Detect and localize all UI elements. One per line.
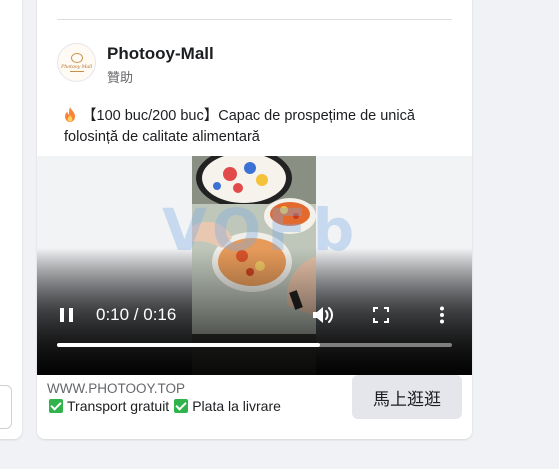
- avatar[interactable]: Photooy Mall: [57, 43, 96, 82]
- post-text: 【100 buc/200 buc】Capac de prospețime de …: [64, 106, 464, 148]
- pause-icon[interactable]: [59, 307, 75, 323]
- previous-ad-card: [0, 0, 22, 439]
- check-icon: [174, 399, 189, 413]
- fire-icon: [65, 107, 75, 122]
- fullscreen-icon[interactable]: [373, 307, 389, 323]
- link-domain: WWW.PHOTOOY.TOP: [47, 381, 186, 396]
- logo-underline: [69, 71, 84, 72]
- more-icon[interactable]: [439, 306, 445, 324]
- time-display: 0:10 / 0:16: [96, 305, 177, 324]
- video-player[interactable]: VOFb 0:10 / 0:16: [37, 156, 472, 375]
- ad-footer[interactable]: WWW.PHOTOOY.TOP Transport gratuit Plata …: [37, 375, 472, 439]
- page-name[interactable]: Photooy-Mall: [107, 44, 214, 64]
- feature-cash-on-delivery: Plata la livrare: [192, 398, 281, 414]
- feature-item: Plata la livrare: [174, 398, 281, 414]
- avatar-logo-text: Photooy Mall: [61, 64, 92, 70]
- sponsored-label: 贊助: [107, 70, 134, 85]
- shop-now-button[interactable]: 馬上逛逛: [352, 375, 462, 419]
- volume-icon[interactable]: [312, 305, 334, 325]
- video-watermark: VOFb: [162, 196, 361, 264]
- ad-card: Photooy Mall Photooy-Mall 贊助 【100 buc/20…: [37, 0, 472, 439]
- check-icon: [49, 399, 63, 413]
- previous-card-button[interactable]: [0, 385, 12, 429]
- progress-fill: [57, 343, 321, 347]
- logo-ring-icon: [70, 53, 83, 63]
- feature-list: Transport gratuit Plata la livrare: [49, 398, 286, 414]
- progress-bar[interactable]: [57, 343, 452, 347]
- post-text-content: 【100 buc/200 buc】Capac de prospețime de …: [64, 108, 415, 145]
- feature-item: Transport gratuit: [49, 398, 169, 414]
- divider: [57, 19, 452, 20]
- feature-free-shipping: Transport gratuit: [67, 398, 170, 414]
